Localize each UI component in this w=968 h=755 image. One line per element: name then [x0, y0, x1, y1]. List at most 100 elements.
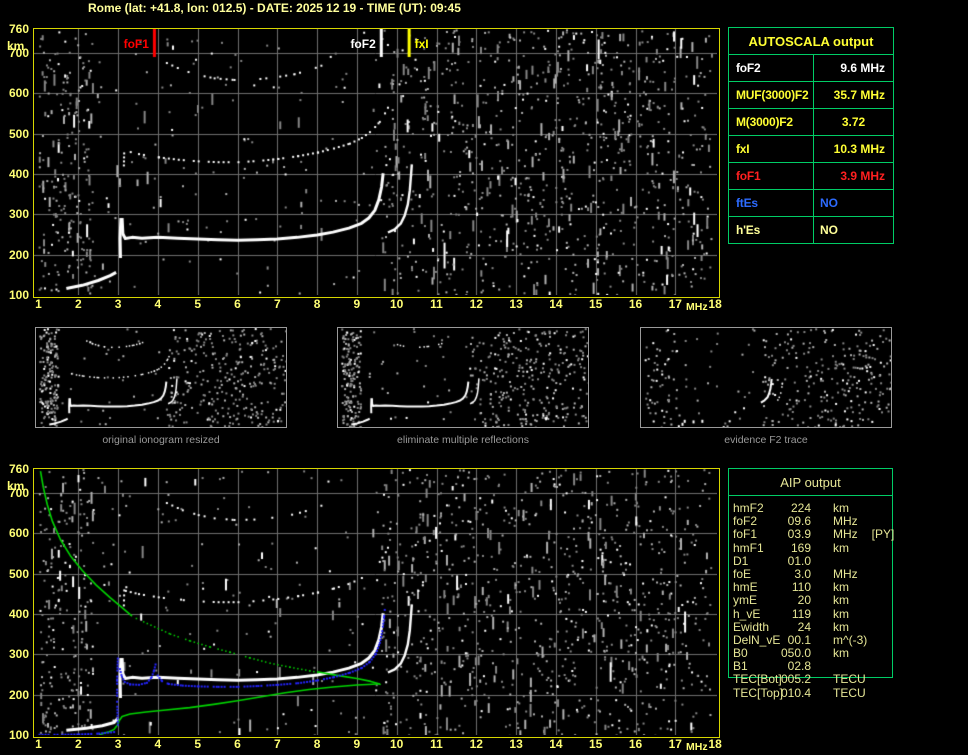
y-tick-label: 200	[8, 687, 29, 702]
x-tick-label: 1	[35, 297, 42, 311]
autoscala-window: { "title": "Rome (lat: +41.8, lon: 012.5…	[0, 0, 968, 755]
thumbnail-eliminate-reflections	[337, 327, 589, 428]
x-tick-label: 2	[74, 737, 82, 751]
aip-row: foE 3.0 MHz	[733, 566, 858, 581]
autoscala-row-value: 9.6 MHz	[813, 55, 893, 81]
x-tick-label: 11	[430, 737, 443, 751]
thumbnail-evidence-f2	[640, 327, 892, 428]
autoscala-row-value: 3.72	[813, 109, 893, 135]
x-tick-label: 14	[549, 297, 563, 311]
x-tick-label: 15	[589, 297, 603, 311]
autoscala-row-label: foF1	[736, 169, 761, 183]
x-tick-label: 12	[469, 297, 483, 311]
aip-row: Ewidth 24 km	[733, 619, 849, 634]
y-tick-label: 700	[8, 46, 29, 61]
autoscala-row-value: NO	[813, 190, 893, 216]
x-tick-label: 7	[273, 737, 281, 751]
x-tick-label: 5	[194, 297, 202, 311]
table-row: foF2 9.6 MHz	[729, 55, 893, 82]
x-tick-label: 9	[353, 297, 361, 311]
autoscala-row-value: 10.3 MHz	[813, 136, 893, 162]
aip-rows: hmF2 224 km foF2 09.6 MHz foF1 03.9 MHz [PY] hm…	[733, 501, 913, 700]
aip-row: D1 01.0	[733, 553, 811, 568]
x-tick-label: 14	[549, 737, 563, 751]
y-tick-label: 400	[8, 607, 29, 622]
table-row: ftEs NO	[729, 190, 893, 217]
table-row: MUF(3000)F2 35.7 MHz	[729, 82, 893, 109]
x-tick-label: 17	[668, 297, 682, 311]
marker-label-foF1: foF1	[123, 37, 149, 51]
top-ionogram-plot: foF1 foF2 fxI	[33, 28, 720, 298]
y-tick-label: 760	[8, 462, 29, 476]
x-tick-label: 17	[668, 737, 682, 751]
x-tick-label: 6	[234, 297, 241, 311]
autoscala-row-label: foF2	[736, 61, 761, 75]
y-tick-label: 700	[8, 486, 29, 501]
y-tick-label: 600	[8, 526, 29, 541]
thumbnail-canvas	[641, 328, 891, 427]
bottom-x-axis-unit: MHz	[686, 741, 708, 753]
aip-panel-title: AIP output	[729, 469, 892, 496]
x-tick-label: 10	[390, 737, 404, 751]
autoscala-panel-title: AUTOSCALA output	[729, 28, 893, 55]
x-tick-label: 3	[114, 297, 122, 311]
x-tick-label: 16	[628, 737, 643, 751]
x-tick-label: 2	[74, 297, 82, 311]
y-tick-label: 760	[8, 22, 29, 36]
y-tick-label: 500	[8, 126, 29, 141]
bottom-ionogram-plot	[33, 468, 720, 738]
x-tick-label: 15	[589, 737, 603, 751]
aip-row: foF1 03.9 MHz [PY]	[733, 527, 895, 542]
top-plot-x-axis: 1 2 3 4 5 6 7 8 9 10 11 12 13 14 15 16 17 18	[33, 297, 733, 311]
x-tick-label: 7	[273, 297, 281, 311]
x-tick-label: 4	[154, 297, 162, 311]
bottom-plot-y-axis: km 760 700 600 500 400 300 200 100	[0, 462, 31, 742]
table-row: h'Es NO	[729, 217, 893, 244]
y-tick-label: 500	[8, 566, 29, 581]
x-tick-label: 9	[353, 737, 361, 751]
y-tick-label: 400	[8, 167, 29, 182]
x-tick-label: 10	[390, 297, 404, 311]
x-tick-label: 11	[430, 297, 443, 311]
autoscala-row-label: ftEs	[736, 196, 758, 210]
y-tick-label: 300	[8, 647, 29, 662]
thumbnail-canvas	[338, 328, 588, 427]
autoscala-row-value: NO	[813, 217, 893, 243]
top-plot-y-axis: km 760 700 600 500 400 300 200 100	[0, 22, 31, 302]
thumbnail-canvas	[36, 328, 286, 427]
autoscala-row-value: 35.7 MHz	[813, 82, 893, 108]
aip-row: ymE 20 km	[733, 593, 849, 608]
autoscala-row-label: fxI	[736, 142, 750, 156]
autoscala-row-label: h'Es	[736, 223, 761, 237]
thumbnail-caption: original ionogram resized	[102, 434, 220, 446]
thumbnail-original-ionogram	[35, 327, 287, 428]
aip-row: B0 050.0 km	[733, 646, 849, 661]
marker-label-foF2: foF2	[350, 37, 376, 51]
x-tick-label: 8	[313, 297, 321, 311]
x-tick-label: 4	[154, 737, 162, 751]
x-tick-label: 13	[509, 297, 523, 311]
x-tick-label: 16	[628, 297, 643, 311]
x-tick-label: 5	[194, 737, 202, 751]
top-ionogram-canvas	[34, 29, 717, 295]
marker-label-fxI: fxI	[414, 37, 429, 51]
x-tick-label: 3	[114, 737, 122, 751]
table-row: foF1 3.9 MHz	[729, 163, 893, 190]
top-x-axis-unit: MHz	[686, 301, 708, 313]
bottom-ionogram-canvas	[34, 469, 717, 735]
aip-row: DelN_vE 00.1 m^(-3)	[733, 632, 868, 647]
autoscala-row-label: M(3000)F2	[736, 115, 793, 129]
thumbnail-caption: eliminate multiple reflections	[397, 434, 529, 446]
y-tick-label: 600	[8, 86, 29, 101]
x-tick-label: 13	[509, 737, 523, 751]
x-tick-label: 12	[469, 737, 483, 751]
y-tick-label: 200	[8, 247, 29, 262]
table-row: fxI 10.3 MHz	[729, 136, 893, 163]
autoscala-row-value: 3.9 MHz	[813, 163, 893, 189]
autoscala-output-panel: AUTOSCALA output foF2 9.6 MHz MUF(3000)F…	[728, 27, 894, 244]
table-row: M(3000)F2 3.72	[729, 109, 893, 136]
aip-row: h_vE 119 km	[733, 606, 849, 621]
y-tick-label: 300	[8, 207, 29, 222]
aip-row: TEC[Top] 010.4 TECU	[733, 685, 866, 700]
page-title: Rome (lat: +41.8, lon: 012.5) - DATE: 20…	[88, 1, 461, 15]
